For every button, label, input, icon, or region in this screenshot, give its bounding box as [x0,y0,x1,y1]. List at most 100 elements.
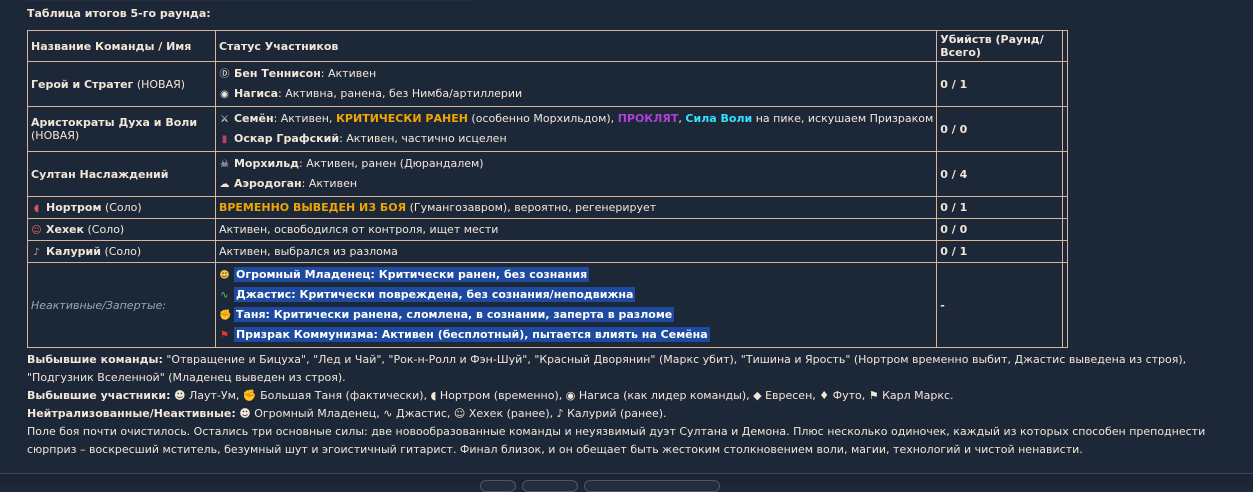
member-line: ▮ Оскар Графский: Активен, частично исцел… [219,129,933,149]
selected-text: Огромный Младенец: Критически ранен, без… [233,267,590,282]
status-cell: Активен, освободился от контроля, ищет м… [214,218,938,241]
red-flag-icon: ⚑ [219,330,229,341]
inactive-line: ⚑ Призрак Коммунизма: Активен (бесплотный… [219,325,933,345]
book-icon: ▮ [221,134,228,145]
eliminated-members-label: Выбывшие участники: [27,389,171,402]
team-note: (Соло) [104,245,142,258]
member-line: ☠ Морхильд: Активен, ранен (Дюрандалем) [219,154,933,174]
team-cell: ☺ Хехек (Соло) [27,218,216,241]
neutralized-label: Нейтрализованные/Неактивные: [27,407,236,420]
toolbar-button[interactable] [480,480,516,492]
team-note: (Соло) [87,223,125,236]
member-status: Активен, частично исцелен [346,132,507,145]
willpower-status: Сила Воли [685,112,753,125]
selected-text: Таня: Критически ранена, сломлена, в соз… [233,307,675,322]
table-row: ☺ Хехек (Соло) Активен, освободился от ко… [27,218,1069,241]
status-cell: Ⓓ Бен Теннисон: Активен ◉ Нагиса: Активна,… [214,61,938,107]
cloud-icon: ☁ [219,179,230,190]
member-line: ◉ Нагиса: Активна, ранена, без Нимба/арти… [219,84,933,104]
eliminated-teams-text: "Отвращение и Бицуха", "Лед и Чай", "Рок… [27,353,1187,384]
baby-icon: ☻ [219,270,230,281]
crossed-swords-icon: ⚔ [219,114,229,125]
member-name: Морхильд [233,157,300,170]
status-cell: ВРЕМЕННО ВЫВЕДЕН ИЗ БОЯ (Гумангозавром),… [214,196,938,219]
inactive-line: ✊ Таня: Критически ранена, сломлена, в со… [219,305,933,325]
selected-text: Призрак Коммунизма: Активен (бесплотный)… [233,327,710,342]
eliminated-teams-paragraph: Выбывшие команды: "Отвращение и Бицуха",… [27,351,1232,387]
table-row: Аристократы Духа и Воли (НОВАЯ) ⚔ Семён: … [27,106,1069,152]
closing-paragraph: Поле боя почти очистилось. Остались три … [27,425,1206,456]
neutralized-text: ☻ Огромный Младенец, ∿ Джастис, ☺ Хехек … [239,407,667,420]
team-cell: ◖ Нортром (Соло) [27,196,216,219]
toolbar-button[interactable] [522,480,578,492]
status-cell: ☠ Морхильд: Активен, ранен (Дюрандалем) ☁… [214,151,938,197]
member-name: Аэродоган [233,177,302,190]
previous-text-cutoff [26,0,476,1]
kills-cell: - [936,262,1063,348]
omnitrix-icon: Ⓓ [219,69,230,80]
speaker-icon: ◖ [33,203,40,214]
empty-cell [1061,106,1069,152]
member-status: (Гумангозавром), вероятно, регенерирует [406,201,657,214]
team-note: (Соло) [104,201,142,214]
member-name: Семён [233,112,274,125]
inactive-line: ∿ Джастис: Критически повреждена, без соз… [219,285,933,305]
col-header-status: Статус Участников [214,30,938,62]
member-line: ⚔ Семён: Активен, КРИТИЧЕСКИ РАНЕН (особе… [219,109,933,129]
status-cell: ⚔ Семён: Активен, КРИТИЧЕСКИ РАНЕН (особе… [214,106,938,152]
team-name: Герой и Стратег [31,77,134,91]
member-status-post: на пике, искушаем Призраком [752,112,934,125]
clown-icon: ☺ [31,225,42,236]
member-status: Активен [308,177,358,190]
cursed-status: ПРОКЛЯТ [617,112,679,125]
toolbar-button[interactable] [584,480,720,492]
results-table: Название Команды / Имя Статус Участников… [27,30,1069,348]
empty-cell [1061,61,1069,107]
col-header-team: Название Команды / Имя [27,30,216,62]
team-cell: ♪ Калурий (Соло) [27,240,216,263]
inactive-row: Неактивные/Запертые: ☻ Огромный Младенец:… [27,262,1069,348]
table-header-row: Название Команды / Имя Статус Участников… [27,30,1069,62]
col-header-kills: Убийств (Раунд/Всего) [936,30,1063,62]
team-name: Хехек [46,223,84,236]
table-row: Султан Наслаждений ☠ Морхильд: Активен, р… [27,151,1069,197]
member-name: Нагиса [233,87,278,100]
table-row: ♪ Калурий (Соло) Активен, выбрался из раз… [27,240,1069,263]
kills-cell: 0 / 0 [936,218,1063,241]
member-status: Активен, [280,112,336,125]
member-status: Активна, ранена, без Нимба/артиллерии [285,87,523,100]
kills-cell: 0 / 1 [936,61,1063,107]
team-note: (НОВАЯ) [136,77,186,91]
empty-cell [1061,196,1069,219]
empty-cell [1061,262,1069,348]
critical-status: КРИТИЧЕСКИ РАНЕН [335,112,468,125]
team-name: Аристократы Духа и Воли [31,116,198,129]
eliminated-teams-label: Выбывшие команды: [27,353,163,366]
inactive-members-cell: ☻ Огромный Младенец: Критически ранен, бе… [214,262,938,348]
summary-section: Выбывшие команды: "Отвращение и Бицуха",… [27,351,1232,459]
kills-cell: 0 / 0 [936,106,1063,152]
inactive-label: Неактивные/Запертые: [31,298,167,312]
member-name: Оскар Графский [233,132,340,145]
status-cell: Активен, выбрался из разлома [214,240,938,263]
table-row: Герой и Стратег (НОВАЯ) Ⓓ Бен Теннисон: А… [27,61,1069,107]
kills-cell: 0 / 1 [936,196,1063,219]
table-row: ◖ Нортром (Соло) ВРЕМЕННО ВЫВЕДЕН ИЗ БОЯ … [27,196,1069,219]
eliminated-members-paragraph: Выбывшие участники: ☻ Лаут-Ум, ✊ Большая… [27,387,1232,405]
kills-cell: 0 / 1 [936,240,1063,263]
member-status-mid: (особенно Морхильдом), [467,112,618,125]
empty-cell [1061,240,1069,263]
inactive-line: ☻ Огромный Младенец: Критически ранен, бе… [219,265,933,285]
critical-status: ВРЕМЕННО ВЫВЕДЕН ИЗ БОЯ [218,201,407,214]
wolf-icon: ☠ [219,159,229,170]
inactive-label-cell: Неактивные/Запертые: [27,262,216,348]
eliminated-members-text: ☻ Лаут-Ум, ✊ Большая Таня (фактически), … [174,389,954,402]
empty-cell [1061,218,1069,241]
team-cell: Султан Наслаждений [27,151,216,197]
kills-cell: 0 / 4 [936,151,1063,197]
neutralized-paragraph: Нейтрализованные/Неактивные: ☻ Огромный … [27,405,1232,423]
round-table-heading: Таблица итогов 5-го раунда: [27,7,211,20]
snake-icon: ∿ [220,290,229,301]
member-line: Ⓓ Бен Теннисон: Активен [219,64,933,84]
team-cell: Аристократы Духа и Воли (НОВАЯ) [27,106,216,152]
